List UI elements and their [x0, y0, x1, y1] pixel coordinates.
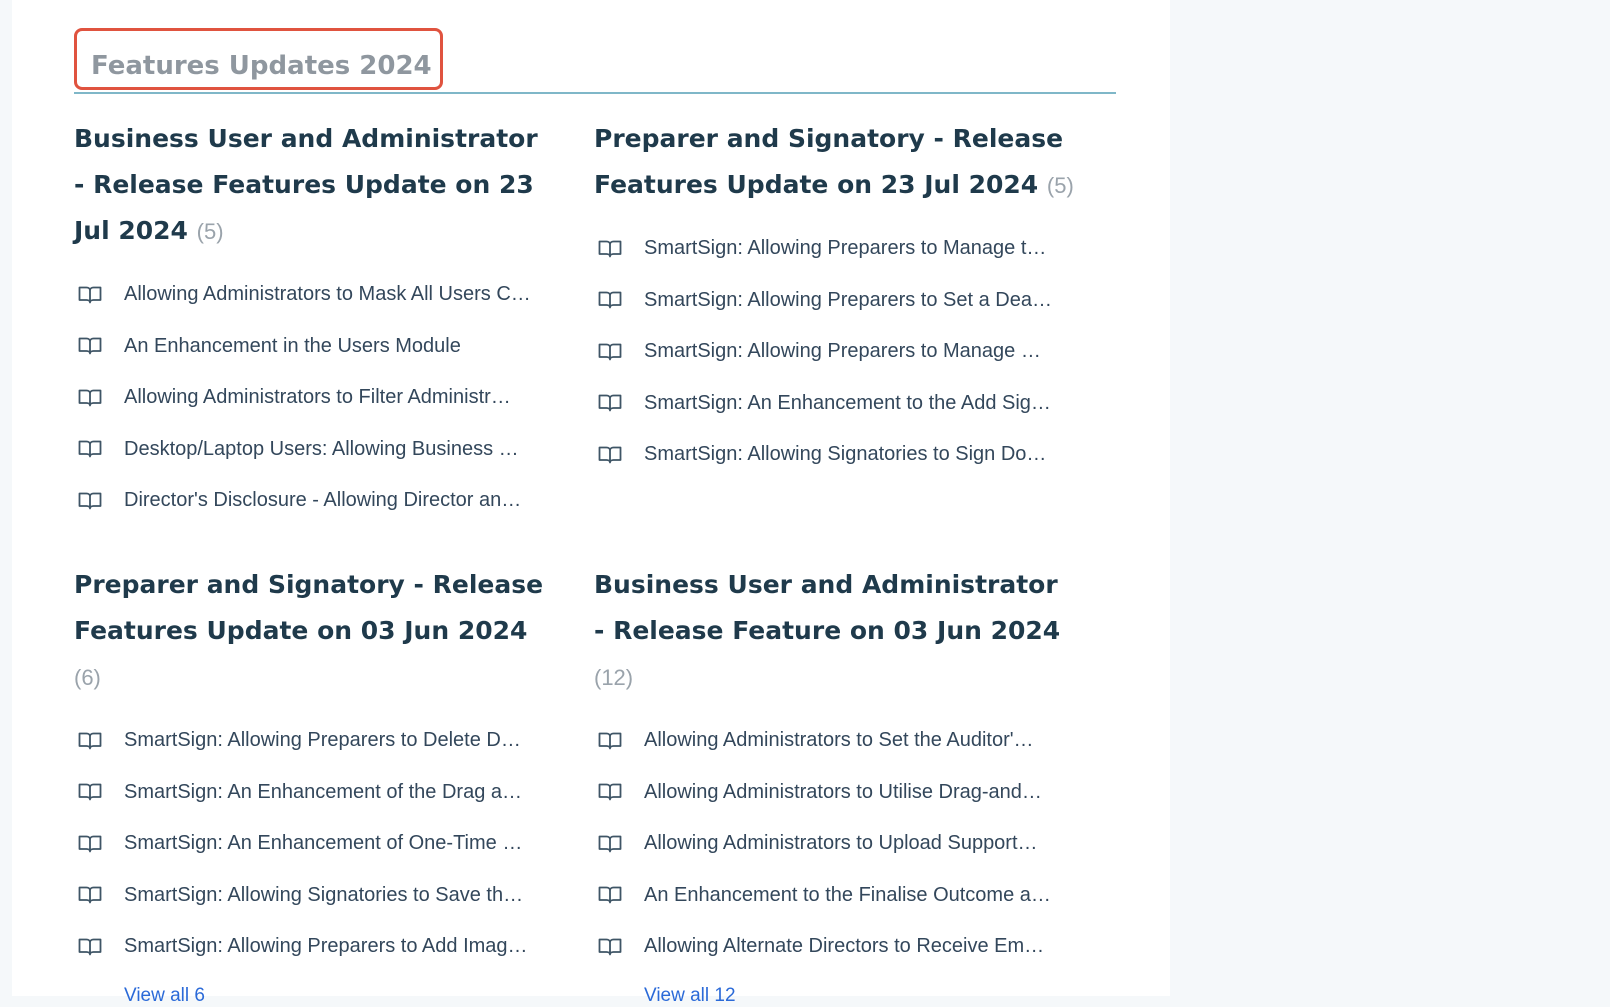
article-item[interactable]: Desktop/Laptop Users: Allowing Business …	[74, 424, 554, 476]
book-icon	[78, 438, 104, 460]
article-title: Desktop/Laptop Users: Allowing Business …	[124, 437, 519, 460]
article-title: SmartSign: Allowing Preparers to Delete …	[124, 729, 521, 752]
article-title: SmartSign: Allowing Signatories to Save …	[124, 883, 524, 906]
book-icon	[78, 730, 104, 752]
article-item[interactable]: SmartSign: Allowing Preparers to Set a D…	[594, 275, 1074, 327]
article-title: SmartSign: Allowing Preparers to Manage …	[644, 340, 1041, 363]
article-title: Director's Disclosure - Allowing Directo…	[124, 489, 522, 512]
article-list: SmartSign: Allowing Preparers to Manage …	[594, 223, 1074, 481]
category-card: Business User and Administrator - Releas…	[594, 562, 1074, 1007]
article-item[interactable]: SmartSign: An Enhancement of One-Time …	[74, 818, 554, 870]
article-item[interactable]: SmartSign: Allowing Signatories to Save …	[74, 870, 554, 922]
article-title: SmartSign: An Enhancement of the Drag a…	[124, 780, 522, 803]
article-item[interactable]: SmartSign: Allowing Signatories to Sign …	[594, 429, 1074, 481]
article-item[interactable]: SmartSign: An Enhancement of the Drag a…	[74, 767, 554, 819]
section-title[interactable]: Features Updates 2024	[74, 28, 443, 90]
category-title[interactable]: Business User and Administrator - Releas…	[594, 562, 1074, 701]
article-item[interactable]: Allowing Administrators to Upload Suppor…	[594, 818, 1074, 870]
article-item[interactable]: An Enhancement in the Users Module	[74, 321, 554, 373]
article-item[interactable]: Allowing Administrators to Set the Audit…	[594, 715, 1074, 767]
book-icon	[78, 833, 104, 855]
article-title: SmartSign: Allowing Signatories to Sign …	[644, 443, 1047, 466]
category-title[interactable]: Preparer and Signatory - Release Feature…	[74, 562, 554, 701]
right-sidebar	[1170, 0, 1610, 996]
article-item[interactable]: Allowing Administrators to Filter Admini…	[74, 372, 554, 424]
category-count: (5)	[196, 219, 224, 244]
book-icon	[78, 936, 104, 958]
article-item[interactable]: Director's Disclosure - Allowing Directo…	[74, 475, 554, 527]
book-icon	[598, 884, 624, 906]
article-item[interactable]: Allowing Administrators to Utilise Drag-…	[594, 767, 1074, 819]
article-title: SmartSign: Allowing Preparers to Manage …	[644, 237, 1047, 260]
article-title: SmartSign: Allowing Preparers to Add Ima…	[124, 935, 528, 958]
book-icon	[598, 781, 624, 803]
article-title: SmartSign: Allowing Preparers to Set a D…	[644, 288, 1052, 311]
category-title[interactable]: Preparer and Signatory - Release Feature…	[594, 116, 1074, 209]
book-icon	[598, 833, 624, 855]
book-icon	[598, 392, 624, 414]
article-item[interactable]: Allowing Administrators to Mask All User…	[74, 269, 554, 321]
article-title: Allowing Administrators to Upload Suppor…	[644, 832, 1038, 855]
category-card: Preparer and Signatory - Release Feature…	[594, 116, 1074, 481]
category-card: Preparer and Signatory - Release Feature…	[74, 562, 554, 1007]
article-list: SmartSign: Allowing Preparers to Delete …	[74, 715, 554, 973]
knowledge-base-panel: Features Updates 2024 Business User and …	[12, 0, 1171, 1006]
book-icon	[78, 335, 104, 357]
book-icon	[598, 238, 624, 260]
article-item[interactable]: SmartSign: Allowing Preparers to Delete …	[74, 715, 554, 767]
article-list: Allowing Administrators to Set the Audit…	[594, 715, 1074, 973]
book-icon	[78, 781, 104, 803]
article-list: Allowing Administrators to Mask All User…	[74, 269, 554, 527]
article-item[interactable]: SmartSign: Allowing Preparers to Manage …	[594, 326, 1074, 378]
book-icon	[598, 444, 624, 466]
article-item[interactable]: SmartSign: Allowing Preparers to Add Ima…	[74, 921, 554, 973]
article-title: SmartSign: An Enhancement of One-Time …	[124, 832, 523, 855]
article-title: Allowing Administrators to Set the Audit…	[644, 729, 1034, 752]
article-title: An Enhancement in the Users Module	[124, 334, 461, 357]
category-count: (12)	[594, 665, 634, 690]
book-icon	[598, 289, 624, 311]
category-count: (5)	[1046, 173, 1074, 198]
book-icon	[78, 387, 104, 409]
category-card: Business User and Administrator - Releas…	[74, 116, 554, 527]
book-icon	[598, 730, 624, 752]
article-title: Allowing Administrators to Filter Admini…	[124, 386, 511, 409]
section-header: Features Updates 2024	[74, 28, 1116, 94]
article-title: Allowing Administrators to Mask All User…	[124, 283, 531, 306]
article-title: SmartSign: An Enhancement to the Add Sig…	[644, 391, 1051, 414]
article-item[interactable]: SmartSign: An Enhancement to the Add Sig…	[594, 378, 1074, 430]
book-icon	[78, 284, 104, 306]
article-item[interactable]: SmartSign: Allowing Preparers to Manage …	[594, 223, 1074, 275]
article-item[interactable]: Allowing Alternate Directors to Receive …	[594, 921, 1074, 973]
book-icon	[78, 490, 104, 512]
article-title: An Enhancement to the Finalise Outcome a…	[644, 883, 1051, 906]
category-title[interactable]: Business User and Administrator - Releas…	[74, 116, 554, 255]
book-icon	[78, 884, 104, 906]
category-count: (6)	[74, 665, 101, 690]
book-icon	[598, 341, 624, 363]
article-title: Allowing Alternate Directors to Receive …	[644, 935, 1045, 958]
article-title: Allowing Administrators to Utilise Drag-…	[644, 780, 1042, 803]
article-item[interactable]: An Enhancement to the Finalise Outcome a…	[594, 870, 1074, 922]
book-icon	[598, 936, 624, 958]
